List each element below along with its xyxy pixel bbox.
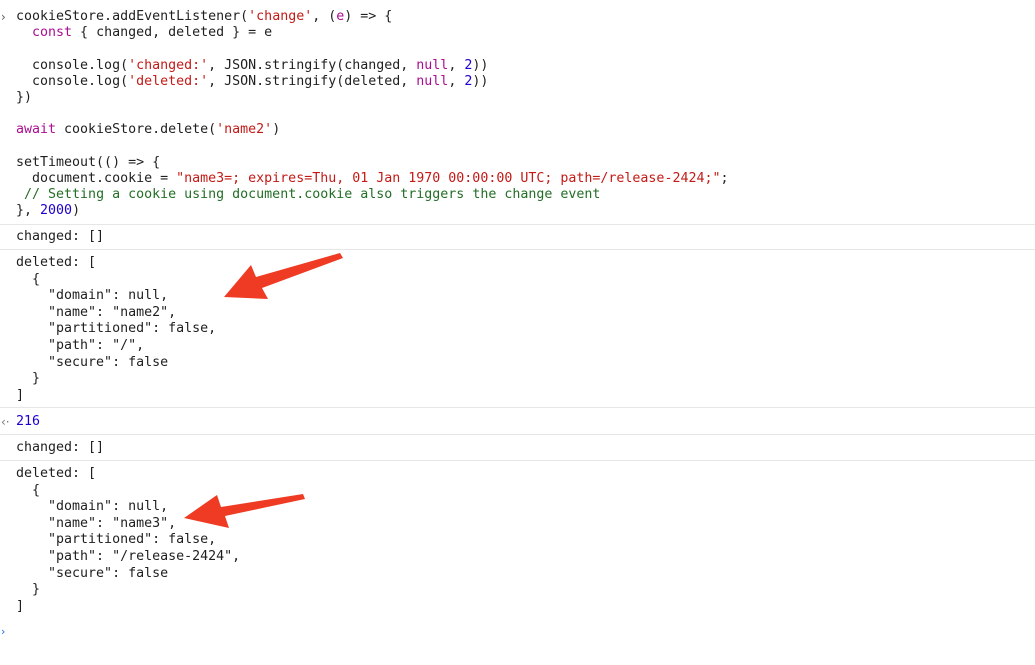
code-token: ) [272,122,281,138]
log-line: "path": "/release-2424", [16,549,241,564]
code-token: cookieStore.addEventListener( [16,9,249,24]
code-token: ) [72,203,81,219]
code-token: 'change' [248,9,313,24]
code-line: }) [16,90,32,106]
code-token: const [32,25,73,41]
log-line: "partitioned": false, [16,321,217,337]
log-line: } [16,371,41,387]
code-token: , ( [312,9,337,24]
console-log-deleted-1: deleted: [ { "domain": null, "name": "na… [0,249,1035,407]
log-line: } [16,582,41,598]
console-log-deleted-2: deleted: [ { "domain": null, "name": "na… [0,460,1035,620]
log-line: changed: [] [16,229,105,244]
code-line: console.log('deleted:', JSON.stringify(d… [16,74,488,90]
log-line: "name": "name2", [16,304,177,320]
result-return-icon: ‹· [1,415,10,429]
code-token: { changed, deleted } = e [72,25,273,41]
code-token: )) [472,73,489,89]
log-line: "domain": null, [16,499,169,515]
code-token: 'name2' [216,122,273,138]
prompt-chevron-icon: › [1,625,6,638]
code-token: , [448,57,465,73]
code-token: // Setting a cookie using document.cooki… [24,187,601,203]
code-line: cookieStore.addEventListener('change', (… [16,9,392,25]
input-prompt-chevron-icon: › [1,10,6,24]
log-line: "domain": null, [16,288,169,304]
console-result: ‹· 216 [0,407,1035,434]
code-token: cookieStore.delete( [56,122,217,138]
code-token: )) [472,57,489,73]
code-token: , JSON.stringify(changed, [208,57,417,73]
code-token: , [448,73,465,89]
code-token: "name3=; expires=Thu, 01 Jan 1970 00:00:… [176,171,721,186]
code-token: console.log( [16,57,129,73]
code-line: setTimeout(() => { [16,155,160,171]
log-line: { [16,482,41,498]
console-input-block[interactable]: › cookieStore.addEventListener('change',… [0,0,1035,224]
code-token: document.cookie = [16,171,177,186]
log-line: changed: [] [16,440,105,455]
code-line: document.cookie = "name3=; expires=Thu, … [16,171,729,187]
log-line: { [16,271,41,287]
result-value: 216 [16,414,41,429]
code-token: 2000 [40,203,73,219]
log-line: deleted: [ [16,466,97,481]
code-token: null [416,57,449,73]
code-line: console.log('changed:', JSON.stringify(c… [16,58,488,74]
console-log-changed-1: changed: [] [0,224,1035,249]
code-token: ) => { [344,9,393,24]
code-token: 'deleted:' [128,73,209,89]
code-token: }, [16,203,41,219]
console-prompt-input[interactable]: › [0,620,1035,665]
log-line: ] [16,598,25,614]
log-line: "secure": false [16,565,169,581]
code-token: 'changed:' [128,57,209,73]
code-line: // Setting a cookie using document.cooki… [16,187,600,203]
code-token: , JSON.stringify(deleted, [208,73,417,89]
console-log-changed-2: changed: [] [0,434,1035,460]
log-line: "partitioned": false, [16,532,217,548]
log-line: deleted: [ [16,255,97,270]
log-line: "secure": false [16,354,169,370]
code-token: ; [720,171,729,186]
code-token: console.log( [16,73,129,89]
code-line: }, 2000) [16,203,80,219]
code-token: }) [16,90,33,105]
code-line: const { changed, deleted } = e [16,25,272,41]
code-token: null [416,73,449,89]
log-line: "path": "/", [16,338,145,353]
code-token: setTimeout(() => { [16,154,161,170]
code-token: await [16,122,57,138]
log-line: ] [16,387,25,403]
code-line: await cookieStore.delete('name2') [16,122,280,138]
log-line: "name": "name3", [16,515,177,531]
